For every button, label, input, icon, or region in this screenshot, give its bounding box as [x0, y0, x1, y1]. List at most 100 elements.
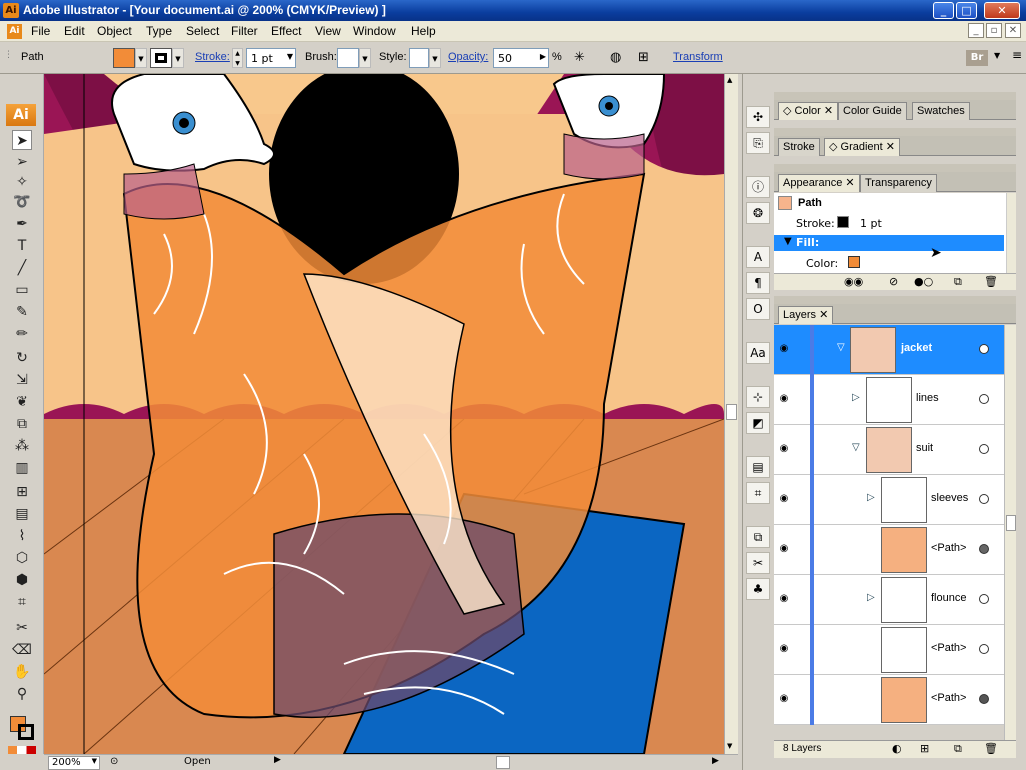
pathfinder-icon[interactable]: ◩ [746, 412, 770, 434]
tab-stroke[interactable]: Stroke [778, 138, 820, 156]
navigator-icon[interactable]: ✣ [746, 106, 770, 128]
isolate-icon[interactable]: ◍ [610, 50, 621, 65]
horizontal-scroll-thumb[interactable] [496, 756, 510, 769]
menu-view[interactable]: View [315, 24, 341, 38]
scale-tool-icon[interactable]: ⇲ [12, 370, 32, 390]
tab-color[interactable]: ◇ Color ✕ [778, 102, 839, 120]
links-icon[interactable]: ⧉ [746, 526, 770, 548]
stroke-color-box[interactable] [18, 724, 34, 740]
layer-target-icon[interactable] [979, 594, 989, 604]
brushes-icon[interactable]: ♣ [746, 578, 770, 600]
mesh-tool-icon[interactable]: ⊞ [12, 482, 32, 502]
expand-triangle-icon[interactable]: ▽ [837, 342, 845, 353]
layer-row-lines[interactable]: ◉ ▷ lines [774, 375, 1004, 425]
crop-area-tool-icon[interactable]: ⌗ [12, 592, 32, 612]
artboard-canvas[interactable] [44, 74, 724, 754]
visibility-eye-icon[interactable]: ◉ [778, 693, 790, 705]
layer-target-icon[interactable] [979, 494, 989, 504]
graphic-styles-icon[interactable]: ✂ [746, 552, 770, 574]
layer-row-suit[interactable]: ◉ ▽ suit [774, 425, 1004, 475]
layer-target-icon[interactable] [979, 694, 989, 704]
expand-triangle-icon[interactable]: ▽ [852, 442, 860, 453]
lasso-tool-icon[interactable]: ➰ [12, 192, 32, 212]
menu-window[interactable]: Window [353, 24, 396, 38]
brush-preview[interactable] [337, 48, 359, 68]
glyphs-icon[interactable]: Aa [746, 342, 770, 364]
selection-tool-icon[interactable]: ➤ [12, 130, 32, 150]
rotate-tool-icon[interactable]: ↻ [12, 348, 32, 368]
align-panel-icon[interactable]: ▤ [746, 456, 770, 478]
control-menu-icon[interactable]: ≡ [1012, 48, 1022, 62]
pencil-tool-icon[interactable]: ✏ [12, 324, 32, 344]
gradient-tool-icon[interactable]: ▤ [12, 504, 32, 524]
paragraph-icon[interactable]: ¶ [746, 272, 770, 294]
stroke-dropdown-arrow[interactable]: ▼ [172, 48, 184, 68]
scroll-up-arrow[interactable]: ▲ [727, 76, 732, 84]
duplicate-item-icon[interactable]: ⧉ [954, 275, 962, 289]
tab-color-guide[interactable]: Color Guide [838, 102, 907, 120]
slice-tool-icon[interactable]: ✂ [12, 618, 32, 638]
doc-minimize-button[interactable]: _ [968, 23, 984, 38]
hand-tool-icon[interactable]: ✋ [12, 662, 32, 682]
doc-close-button[interactable]: ✕ [1005, 23, 1021, 38]
expand-triangle-icon[interactable]: ▷ [867, 592, 875, 603]
opacity-field[interactable]: 50 ▶ [493, 48, 549, 68]
layer-row-path-1[interactable]: ◉ <Path> [774, 525, 1004, 575]
paintbrush-tool-icon[interactable]: ✎ [12, 302, 32, 322]
appearance-fill-row[interactable]: ▼ Fill: [774, 235, 1004, 251]
tab-transparency[interactable]: Transparency [860, 174, 937, 192]
document-info-icon[interactable]: ⎘ [746, 132, 770, 154]
rectangle-tool-icon[interactable]: ▭ [12, 280, 32, 300]
character-icon[interactable]: A [746, 246, 770, 268]
magic-wand-tool-icon[interactable]: ✧ [12, 172, 32, 192]
visibility-eye-icon[interactable]: ◉ [778, 393, 790, 405]
warp-tool-icon[interactable]: ❦ [12, 392, 32, 412]
menu-file[interactable]: File [31, 24, 50, 38]
layer-target-icon[interactable] [979, 544, 989, 554]
style-dropdown-arrow[interactable]: ▼ [429, 48, 441, 68]
free-transform-tool-icon[interactable]: ⧉ [12, 414, 32, 434]
layer-target-icon[interactable] [979, 394, 989, 404]
tab-swatches[interactable]: Swatches [912, 102, 970, 120]
new-layer-icon[interactable]: ⧉ [954, 742, 962, 756]
minimize-button[interactable]: _ [933, 2, 954, 19]
reduce-icon[interactable]: ●○ [914, 275, 933, 288]
scroll-right-arrow[interactable]: ▶ [712, 756, 719, 766]
scroll-down-arrow[interactable]: ▼ [727, 742, 732, 750]
make-clipping-mask-icon[interactable]: ◐ [892, 742, 902, 755]
delete-layer-icon[interactable]: 🗑 [984, 742, 998, 755]
status-menu-arrow[interactable]: ▶ [274, 755, 281, 765]
clear-appearance-icon[interactable]: ⊘ [889, 275, 898, 288]
expand-triangle-icon[interactable]: ▷ [867, 492, 875, 503]
symbols-icon[interactable]: ❂ [746, 202, 770, 224]
zoom-tool-icon[interactable]: ⚲ [12, 684, 32, 704]
maximize-button[interactable]: □ [956, 2, 977, 19]
transform-icon[interactable]: ⊹ [746, 386, 770, 408]
menu-object[interactable]: Object [97, 24, 132, 38]
tab-appearance[interactable]: Appearance ✕ [778, 174, 860, 192]
fill-collapse-icon[interactable]: ▼ [784, 236, 792, 247]
canvas-vertical-scrollbar[interactable]: ▲ ▼ [724, 74, 738, 754]
layers-scrollbar[interactable] [1004, 325, 1016, 740]
menu-filter[interactable]: Filter [231, 24, 258, 38]
align-icon[interactable]: ⊞ [638, 50, 649, 65]
zoom-field[interactable]: 200% ▼ [48, 756, 100, 770]
bridge-dropdown-arrow[interactable]: ▼ [994, 51, 1000, 60]
stroke-color-chip[interactable] [837, 216, 849, 228]
layer-target-icon[interactable] [979, 344, 989, 354]
appearance-scrollbar[interactable] [1006, 193, 1016, 273]
appearance-options-icon[interactable]: ◉◉ [844, 275, 863, 288]
menu-type[interactable]: Type [146, 24, 172, 38]
pen-tool-icon[interactable]: ✒ [12, 214, 32, 234]
visibility-eye-icon[interactable]: ◉ [778, 443, 790, 455]
opacity-link[interactable]: Opacity: [448, 51, 488, 63]
fill-swatch[interactable] [113, 48, 135, 68]
graph-tool-icon[interactable]: ▥ [12, 458, 32, 478]
stroke-link[interactable]: Stroke: [195, 51, 230, 63]
menu-select[interactable]: Select [186, 24, 219, 38]
stroke-weight-field[interactable]: 1 pt ▼ [246, 48, 296, 68]
menu-effect[interactable]: Effect [271, 24, 301, 38]
blend-tool-icon[interactable]: ⬡ [12, 548, 32, 568]
document-icon[interactable]: Ai [7, 24, 22, 39]
symbol-sprayer-tool-icon[interactable]: ⁂ [12, 436, 32, 456]
